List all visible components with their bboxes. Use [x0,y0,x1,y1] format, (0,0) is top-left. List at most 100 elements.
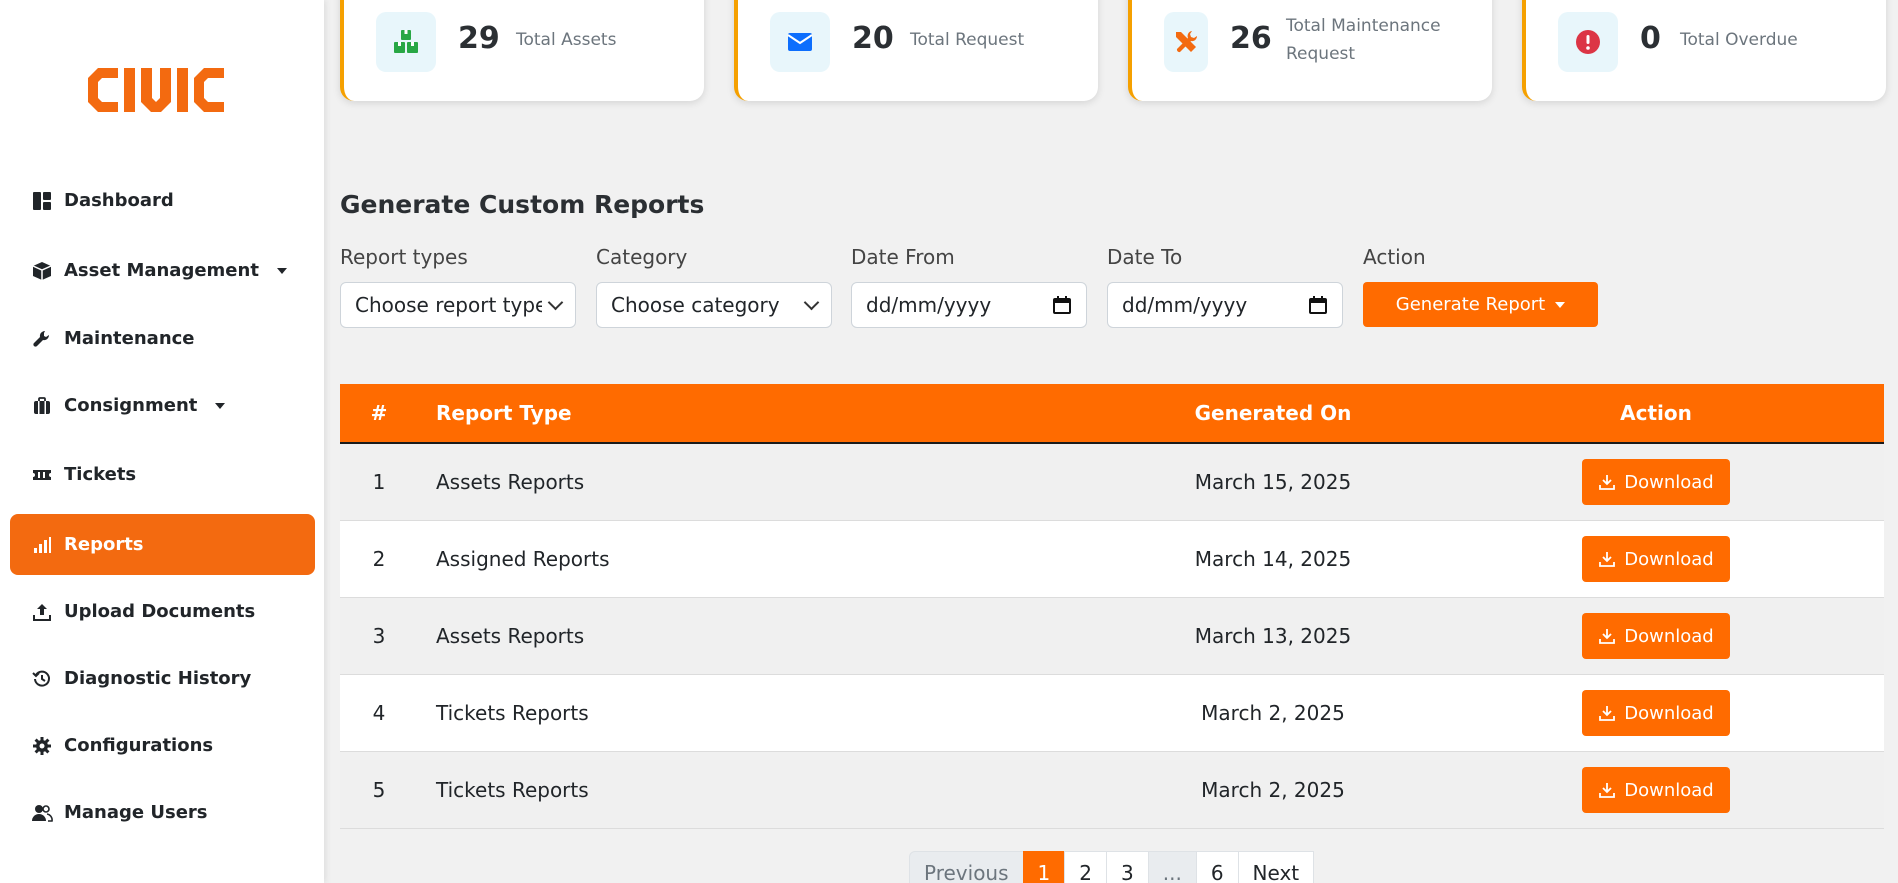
generate-report-button[interactable]: Generate Report [1363,282,1598,327]
sidebar-item-asset-management[interactable]: Asset Management [10,240,315,301]
sidebar-item-label: Manage Users [64,802,208,823]
row-num: 1 [372,470,386,494]
stat-label: Total Overdue [1680,30,1798,50]
download-label: Download [1624,702,1714,724]
row-action-cell: Download [1428,536,1884,582]
header-num: # [370,401,388,425]
bar-chart-icon [30,533,54,557]
sidebar-item-label: Reports [64,534,144,555]
date-from-label: Date From [851,245,955,269]
action-label: Action [1363,245,1426,269]
tools-icon [1164,12,1208,72]
row-report-type: Assigned Reports [436,547,610,571]
row-action-cell: Download [1428,690,1884,736]
stat-card-total-overdue: 0 Total Overdue [1522,0,1886,101]
sidebar-item-reports[interactable]: Reports [10,514,315,575]
sidebar-item-tickets[interactable]: Tickets [10,444,315,505]
sidebar: Dashboard Asset Management Maintenance C… [0,0,324,883]
ticket-icon [30,463,54,487]
download-icon [1599,475,1616,490]
sidebar-item-manage-users[interactable]: Manage Users [10,782,315,843]
date-to-input[interactable]: dd/mm/yyyy [1107,282,1343,328]
download-icon [1599,552,1616,567]
table-row: 5 Tickets Reports March 2, 2025 Download [340,752,1884,829]
pagination-previous[interactable]: Previous [909,851,1024,883]
download-button[interactable]: Download [1582,459,1730,505]
download-button[interactable]: Download [1582,613,1730,659]
sidebar-item-upload-documents[interactable]: Upload Documents [10,581,315,642]
table-header: # Report Type Generated On Action [340,384,1884,444]
header-action: Action [1620,401,1692,425]
row-action-cell: Download [1428,767,1884,813]
calendar-icon[interactable] [1052,295,1072,315]
sidebar-item-label: Consignment [64,395,198,416]
download-button[interactable]: Download [1582,690,1730,736]
reports-table: # Report Type Generated On Action 1 Asse… [340,384,1884,829]
row-num: 3 [372,624,386,648]
caret-down-icon [1555,301,1566,308]
alert-icon [1558,12,1618,72]
dashboard-icon [30,189,54,213]
download-icon [1599,629,1616,644]
sidebar-item-label: Upload Documents [64,601,256,622]
generate-report-label: Generate Report [1395,294,1546,315]
download-button[interactable]: Download [1582,767,1730,813]
header-report-type: Report Type [436,401,572,425]
row-num: 4 [372,701,386,725]
pagination-page-2[interactable]: 2 [1064,851,1107,883]
table-row: 2 Assigned Reports March 14, 2025 Downlo… [340,521,1884,598]
sidebar-item-diagnostic-history[interactable]: Diagnostic History [10,648,315,709]
download-button[interactable]: Download [1582,536,1730,582]
civic-logo[interactable] [88,64,236,116]
stat-value: 20 [852,21,894,56]
row-num: 5 [372,778,386,802]
download-label: Download [1624,779,1714,801]
row-date: March 2, 2025 [1201,701,1345,725]
table-row: 3 Assets Reports March 13, 2025 Download [340,598,1884,675]
date-to-label: Date To [1107,245,1183,269]
stat-card-total-maintenance-request: 26 Total Maintenance Request [1128,0,1492,101]
date-from-input[interactable]: dd/mm/yyyy [851,282,1087,328]
stat-label: Total Request [910,30,1025,50]
briefcase-icon [30,394,54,418]
stat-value: 0 [1640,21,1661,56]
row-num: 2 [372,547,386,571]
download-icon [1599,706,1616,721]
chevron-down-icon [547,294,564,310]
stat-value: 26 [1230,21,1272,56]
sidebar-item-dashboard[interactable]: Dashboard [10,170,315,231]
download-label: Download [1624,548,1714,570]
calendar-icon[interactable] [1308,295,1328,315]
row-date: March 14, 2025 [1194,547,1352,571]
report-types-value: Choose report type [355,293,542,317]
category-select[interactable]: Choose category [596,282,832,328]
pagination-page-3[interactable]: 3 [1106,851,1149,883]
header-generated-on: Generated On [1194,401,1352,425]
sidebar-item-label: Diagnostic History [64,668,252,689]
row-report-type: Tickets Reports [436,778,589,802]
row-action-cell: Download [1428,613,1884,659]
pagination-next[interactable]: Next [1237,851,1315,883]
chevron-down-icon [803,294,820,310]
stat-value: 29 [458,21,500,56]
upload-icon [30,600,54,624]
pagination-page-6[interactable]: 6 [1195,851,1239,883]
sidebar-item-configurations[interactable]: Configurations [10,715,315,776]
download-icon [1599,783,1616,798]
row-date: March 13, 2025 [1194,624,1352,648]
sidebar-item-label: Asset Management [64,260,259,281]
sidebar-item-maintenance[interactable]: Maintenance [10,308,315,369]
sidebar-item-label: Maintenance [64,328,195,349]
pagination-page-1[interactable]: 1 [1022,851,1066,883]
pagination: Previous 1 2 3 ... 6 Next [909,851,1315,883]
download-label: Download [1624,625,1714,647]
sidebar-item-consignment[interactable]: Consignment [10,375,315,436]
stat-card-total-request: 20 Total Request [734,0,1098,101]
category-value: Choose category [611,293,780,317]
report-types-select[interactable]: Choose report type [340,282,576,328]
chevron-down-icon [276,267,287,274]
row-date: March 15, 2025 [1194,470,1352,494]
date-to-placeholder: dd/mm/yyyy [1122,293,1248,317]
stat-label: Total Assets [516,30,617,50]
row-date: March 2, 2025 [1201,778,1345,802]
